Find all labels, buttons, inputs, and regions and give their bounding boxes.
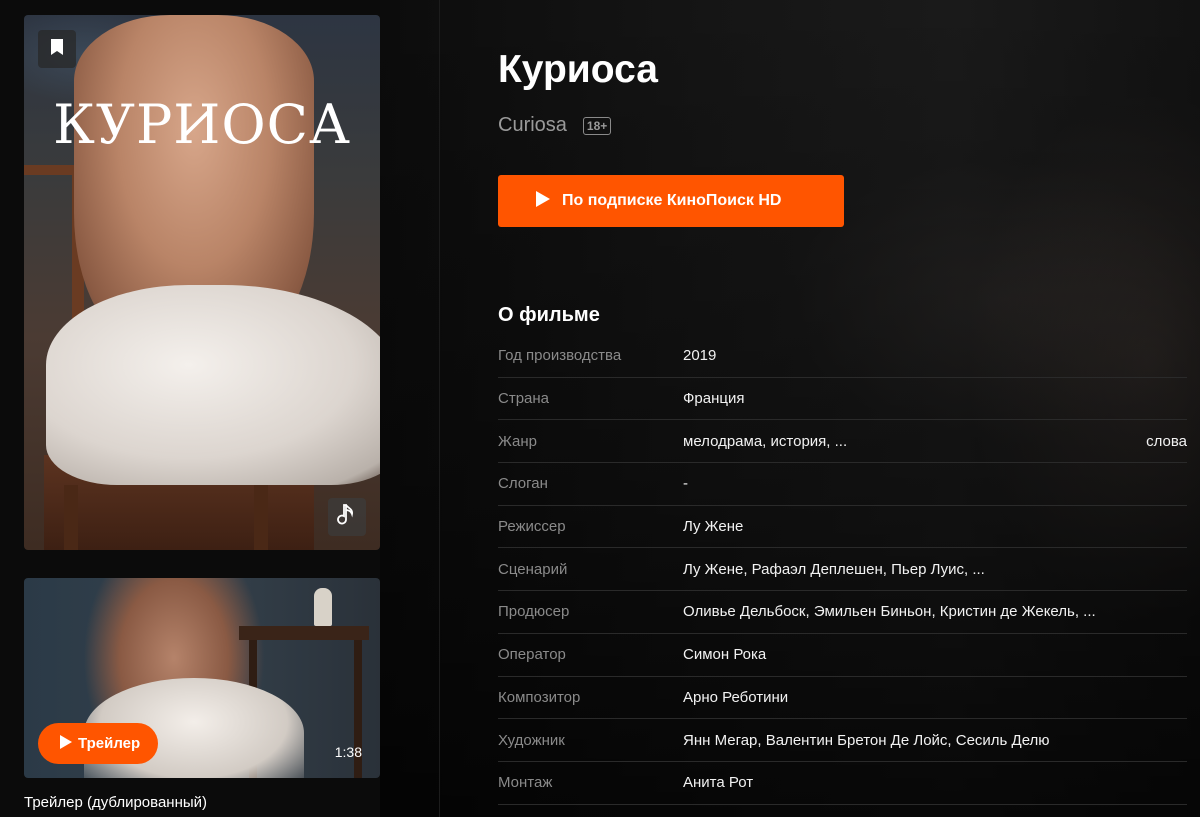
watch-button-label: По подписке КиноПоиск HD (562, 192, 782, 209)
info-row: Сценарий Лу Жене, Рафаэл Деплешен, Пьер Л… (498, 548, 1187, 592)
info-label: Слоган (498, 475, 548, 493)
info-label: Оператор (498, 646, 566, 664)
info-label: Режиссер (498, 518, 566, 536)
age-rating-badge: 18+ (582, 116, 612, 135)
info-label: Художник (498, 731, 565, 749)
trailer-thumbnail[interactable]: Трейлер 1:38 (24, 578, 380, 778)
info-value[interactable]: Арно Реботини (683, 689, 1187, 706)
info-value: Франция (683, 390, 745, 408)
info-row: Год производства 2019 (498, 335, 1187, 378)
info-row: Слоган - (498, 463, 1187, 506)
trailer-caption[interactable]: Трейлер (дублированный) (24, 794, 207, 811)
bookmark-button[interactable] (38, 30, 76, 68)
info-label: Продюсер (498, 603, 570, 621)
film-poster[interactable]: КУРИОСА (24, 15, 380, 550)
trailer-duration: 1:38 (334, 744, 362, 760)
info-value[interactable]: Оливье Дельбоск, Эмильен Биньон, Кристин… (683, 603, 1187, 620)
info-label: Жанр (498, 432, 537, 450)
info-row: Страна Франция (498, 378, 1187, 421)
about-section-title: О фильме (498, 304, 600, 326)
film-title: Куриоса (498, 48, 658, 91)
info-value: - (683, 475, 688, 493)
music-note-icon (337, 503, 357, 532)
info-row: Жанр мелодрама, история, ... слова (498, 420, 1187, 464)
info-row: Композитор Арно Реботини (498, 677, 1187, 720)
info-value[interactable]: Лу Жене, Рафаэл Деплешен, Пьер Луис, ... (683, 561, 1187, 578)
info-value: 2019 (683, 347, 717, 365)
info-label: Страна (498, 390, 550, 408)
info-value[interactable]: мелодрама, история, ... (683, 433, 1187, 450)
info-label: Сценарий (498, 560, 568, 578)
info-value[interactable]: Янн Мегар, Валентин Бретон Де Лойс, Сеси… (683, 732, 1187, 749)
poster-title-art: КУРИОСА (53, 93, 351, 156)
info-row: Монтаж Анита Рот (498, 762, 1187, 805)
original-title: Curiosa (498, 114, 567, 136)
column-divider (439, 0, 440, 817)
film-info-table: Год производства 2019 Страна Франция Жанр мел… (498, 335, 1187, 805)
info-label: Монтаж (498, 774, 553, 792)
info-row: Режиссер Лу Жене (498, 506, 1187, 549)
info-label: Композитор (498, 688, 581, 706)
watch-subscription-button[interactable]: По подписке КиноПоиск HD (498, 175, 844, 227)
keywords-link[interactable]: слова (1146, 433, 1187, 450)
info-value[interactable]: Анита Рот (683, 774, 1187, 791)
info-row: Художник Янн Мегар, Валентин Бретон Де Ло… (498, 719, 1187, 762)
original-title-row: Curiosa 18+ (498, 114, 612, 137)
info-label: Год производства (498, 347, 622, 365)
play-icon (60, 734, 72, 753)
info-row: Оператор Симон Рока (498, 634, 1187, 677)
info-value[interactable]: Симон Рока (683, 646, 1187, 663)
play-icon (536, 190, 550, 212)
trailer-button-label: Трейлер (78, 735, 141, 752)
info-value[interactable]: Лу Жене (683, 518, 1187, 535)
info-row: Продюсер Оливье Дельбоск, Эмильен Биньон,… (498, 591, 1187, 634)
soundtrack-button[interactable] (328, 498, 366, 536)
play-trailer-button[interactable]: Трейлер (38, 723, 159, 764)
bookmark-icon (50, 38, 64, 61)
